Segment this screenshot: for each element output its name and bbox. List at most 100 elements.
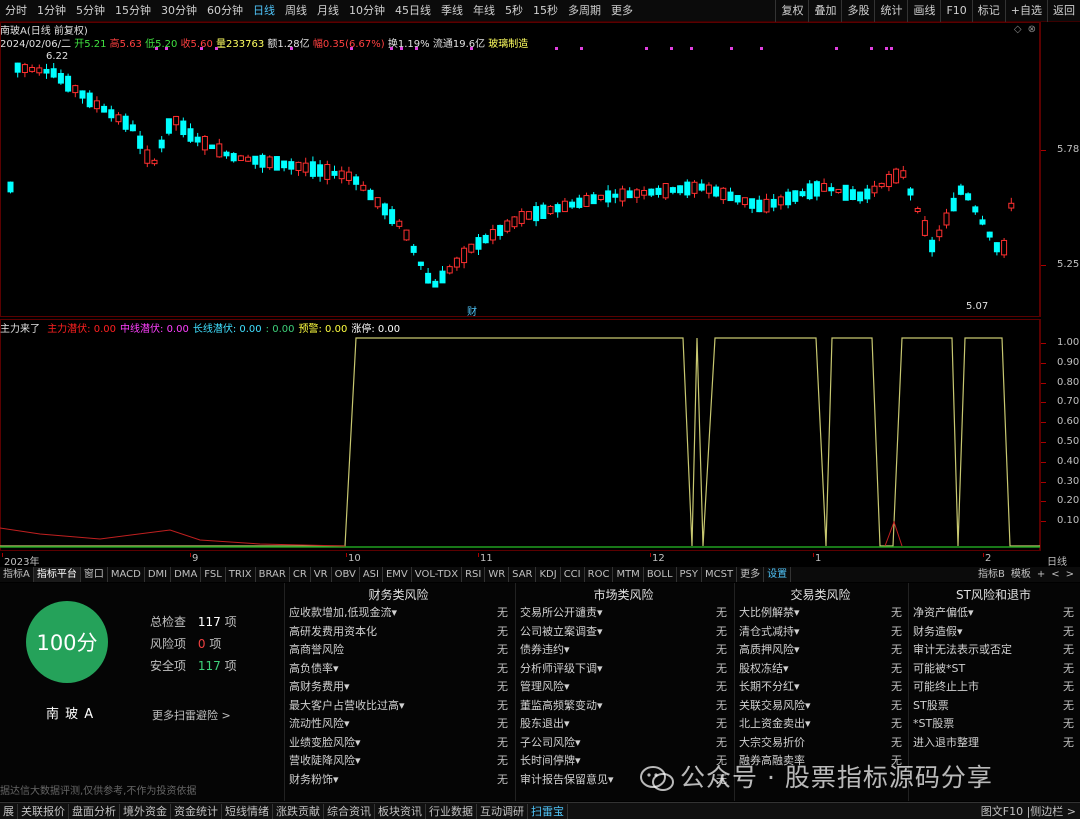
bottom-tab[interactable]: 短线情绪 [222, 803, 273, 819]
indicator-tab-right[interactable]: 模板 [1011, 567, 1031, 582]
indicator-tab[interactable]: BRAR [256, 567, 290, 582]
risk-item[interactable]: 股东退出▾ 无 [520, 714, 727, 732]
risk-item[interactable]: 债券违约▾ 无 [520, 640, 727, 658]
indicator-tab[interactable]: MTM [613, 567, 644, 582]
indicator-tab-right[interactable]: < [1051, 567, 1059, 582]
f10-sidebar-toggle[interactable]: 图文F10 |侧边栏 > [981, 803, 1076, 819]
more-scan-link[interactable]: 更多扫雷避险 > [152, 707, 231, 723]
indicator-tab[interactable]: VOL-TDX [412, 567, 463, 582]
indicator-tab[interactable]: OBV [332, 567, 360, 582]
risk-item[interactable]: 清仓式减持▾ 无 [739, 622, 902, 640]
risk-item[interactable]: 财务粉饰▾ 无 [289, 770, 508, 788]
risk-item[interactable]: *ST股票 无 [913, 714, 1074, 732]
indicator-tab[interactable]: RSI [462, 567, 486, 582]
bottom-tab[interactable]: 互动调研 [477, 803, 528, 819]
period-tab[interactable]: 15秒 [528, 0, 563, 22]
indicator-tab[interactable]: EMV [383, 567, 412, 582]
indicator-tab[interactable]: WR [485, 567, 510, 582]
indicator-tab[interactable]: 窗口 [81, 567, 108, 582]
period-tab[interactable]: 年线 [468, 0, 500, 22]
risk-item[interactable]: ST股票 无 [913, 696, 1074, 714]
risk-item[interactable]: 最大客户占营收比过高▾ 无 [289, 696, 508, 714]
period-tab[interactable]: 分时 [0, 0, 32, 22]
risk-item[interactable]: 公司被立案调查▾ 无 [520, 622, 727, 640]
indicator-tab[interactable]: TRIX [226, 567, 256, 582]
risk-item[interactable]: 交易所公开谴责▾ 无 [520, 603, 727, 621]
period-tab[interactable]: 15分钟 [110, 0, 156, 22]
risk-item[interactable]: 大宗交易折价 无 [739, 733, 902, 751]
period-tab[interactable]: 10分钟 [344, 0, 390, 22]
risk-item[interactable]: 管理风险▾ 无 [520, 677, 727, 695]
indicator-tab[interactable]: MACD [108, 567, 145, 582]
indicator-tab[interactable]: BOLL [644, 567, 677, 582]
bottom-tab[interactable]: 关联报价 [18, 803, 69, 819]
period-tab[interactable]: 45日线 [390, 0, 436, 22]
risk-item[interactable]: 进入退市整理 无 [913, 733, 1074, 751]
indicator-tab[interactable]: ASI [360, 567, 383, 582]
toolbar-button[interactable]: +自选 [1004, 0, 1047, 22]
period-tab[interactable]: 1分钟 [32, 0, 71, 22]
indicator-tab[interactable]: DMA [171, 567, 202, 582]
risk-item[interactable]: 关联交易风险▾ 无 [739, 696, 902, 714]
indicator-tab[interactable]: CCI [561, 567, 585, 582]
risk-item[interactable]: 业绩变脸风险▾ 无 [289, 733, 508, 751]
risk-item[interactable]: 分析师评级下调▾ 无 [520, 659, 727, 677]
risk-item[interactable]: 应收款增加,低现金流▾ 无 [289, 603, 508, 621]
indicator-chart[interactable] [0, 334, 1040, 552]
risk-item[interactable]: 股权冻结▾ 无 [739, 659, 902, 677]
indicator-tab-right[interactable]: > [1066, 567, 1074, 582]
risk-item[interactable]: 流动性风险▾ 无 [289, 714, 508, 732]
risk-item[interactable]: 高质押风险▾ 无 [739, 640, 902, 658]
indicator-tab[interactable]: SAR [509, 567, 537, 582]
bottom-tab[interactable]: 扫雷宝 [528, 803, 568, 819]
indicator-tab[interactable]: PSY [677, 567, 703, 582]
period-tab[interactable]: 更多 [606, 0, 638, 22]
bottom-tab[interactable]: 板块资讯 [375, 803, 426, 819]
toolbar-button[interactable]: 画线 [907, 0, 940, 22]
indicator-tab[interactable]: DMI [145, 567, 172, 582]
risk-item[interactable]: 净资产偏低▾ 无 [913, 603, 1074, 621]
risk-item[interactable]: 子公司风险▾ 无 [520, 733, 727, 751]
toolbar-button[interactable]: 返回 [1047, 0, 1080, 22]
indicator-tab[interactable]: 设置 [764, 567, 792, 582]
period-tab[interactable]: 季线 [436, 0, 468, 22]
bottom-tab[interactable]: 盘面分析 [69, 803, 120, 819]
risk-item[interactable]: 北上资金卖出▾ 无 [739, 714, 902, 732]
bottom-tab[interactable]: 行业数据 [426, 803, 477, 819]
indicator-tab[interactable]: CR [290, 567, 311, 582]
risk-item[interactable]: 高负债率▾ 无 [289, 659, 508, 677]
risk-item[interactable]: 营收陡降风险▾ 无 [289, 751, 508, 769]
risk-item[interactable]: 董监高频繁变动▾ 无 [520, 696, 727, 714]
risk-item[interactable]: 高商誉风险 无 [289, 640, 508, 658]
risk-item[interactable]: 长期不分红▾ 无 [739, 677, 902, 695]
toolbar-button[interactable]: 统计 [874, 0, 907, 22]
candlestick-chart[interactable]: 6.22 5.07 财 [0, 47, 1040, 317]
period-tab[interactable]: 30分钟 [156, 0, 202, 22]
indicator-tab[interactable]: VR [311, 567, 332, 582]
indicator-tab-right[interactable]: + [1037, 567, 1045, 582]
indicator-tab[interactable]: 更多 [737, 567, 765, 582]
risk-item[interactable]: 高研发费用资本化 无 [289, 622, 508, 640]
risk-item[interactable]: 可能终止上市 无 [913, 677, 1074, 695]
risk-item[interactable]: 审计无法表示或否定 无 [913, 640, 1074, 658]
risk-item[interactable]: 财务造假▾ 无 [913, 622, 1074, 640]
period-tab[interactable]: 5分钟 [71, 0, 110, 22]
period-tab[interactable]: 月线 [312, 0, 344, 22]
indicator-tab[interactable]: 指标平台 [33, 567, 81, 582]
toolbar-button[interactable]: 标记 [971, 0, 1005, 22]
toolbar-button[interactable]: 多股 [841, 0, 874, 22]
toolbar-button[interactable]: 叠加 [808, 0, 841, 22]
period-tab[interactable]: 60分钟 [202, 0, 248, 22]
bottom-tab[interactable]: 综合资讯 [324, 803, 375, 819]
bottom-tab[interactable]: 境外资金 [120, 803, 171, 819]
indicator-tab[interactable]: MCST [702, 567, 738, 582]
toolbar-button[interactable]: 复权 [775, 0, 808, 22]
bottom-tab[interactable]: 资金统计 [171, 803, 222, 819]
risk-item[interactable]: 可能被*ST 无 [913, 659, 1074, 677]
risk-item[interactable]: 大比例解禁▾ 无 [739, 603, 902, 621]
period-tab[interactable]: 日线 [248, 0, 280, 22]
risk-item[interactable]: 高财务费用▾ 无 [289, 677, 508, 695]
indicator-tab-right[interactable]: 指标B [978, 567, 1005, 582]
period-tab[interactable]: 5秒 [500, 0, 528, 22]
indicator-tab[interactable]: KDJ [536, 567, 561, 582]
